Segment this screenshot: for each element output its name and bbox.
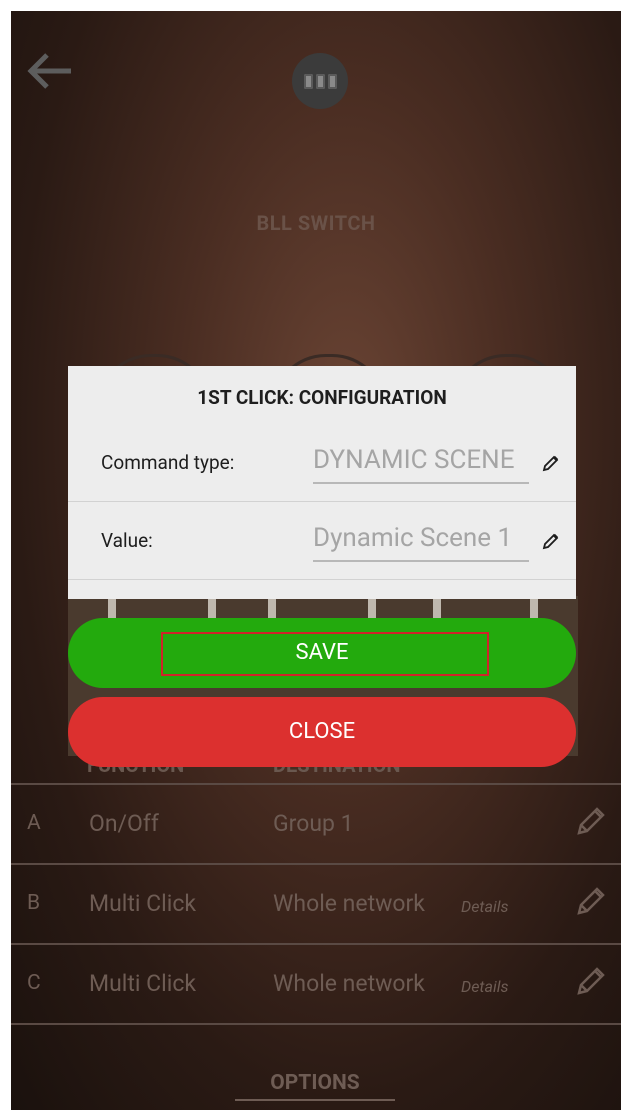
value-row: Value: Dynamic Scene 1: [68, 501, 576, 580]
back-button[interactable]: [25, 51, 75, 91]
dialog-title: 1ST CLICK: CONFIGURATION: [197, 386, 447, 409]
edit-pencil-icon[interactable]: [573, 965, 607, 999]
row-function: On/Off: [89, 810, 159, 837]
details-link[interactable]: Details: [461, 897, 509, 916]
configuration-dialog: 1ST CLICK: CONFIGURATION Command type: D…: [68, 366, 576, 767]
switch-device-icon: [292, 53, 348, 109]
close-button[interactable]: CLOSE: [68, 697, 576, 767]
command-type-row: Command type: DYNAMIC SCENE: [68, 423, 576, 502]
pencil-icon[interactable]: [541, 453, 561, 473]
edit-pencil-icon[interactable]: [573, 885, 607, 919]
table-row[interactable]: B Multi Click Whole network Details: [11, 863, 621, 943]
edit-pencil-icon[interactable]: [573, 805, 607, 839]
command-type-field[interactable]: DYNAMIC SCENE: [313, 442, 529, 484]
row-letter: C: [27, 971, 41, 995]
details-link[interactable]: Details: [461, 977, 509, 996]
save-button[interactable]: SAVE: [68, 618, 576, 688]
row-destination: Group 1: [273, 810, 354, 837]
options-tab[interactable]: OPTIONS: [235, 1071, 395, 1101]
row-letter: B: [27, 891, 41, 915]
pencil-icon[interactable]: [541, 531, 561, 551]
row-function: Multi Click: [89, 970, 197, 997]
value-label: Value:: [101, 529, 153, 552]
page-title: BLL SWITCH: [256, 211, 376, 235]
row-function: Multi Click: [89, 890, 197, 917]
row-letter: A: [27, 811, 41, 835]
value-field[interactable]: Dynamic Scene 1: [313, 520, 529, 562]
arrow-left-icon: [27, 53, 71, 89]
table-row[interactable]: C Multi Click Whole network Details: [11, 943, 621, 1025]
table-row[interactable]: A On/Off Group 1: [11, 783, 621, 863]
command-type-label: Command type:: [101, 451, 235, 474]
row-destination: Whole network: [273, 890, 425, 917]
row-destination: Whole network: [273, 970, 425, 997]
configuration-card: 1ST CLICK: CONFIGURATION Command type: D…: [68, 366, 576, 599]
app-screen: BLL SWITCH FUNCTION DESTINATION A On/Off…: [11, 11, 621, 1110]
function-table: A On/Off Group 1 B Multi Click Whole net…: [11, 783, 621, 1025]
